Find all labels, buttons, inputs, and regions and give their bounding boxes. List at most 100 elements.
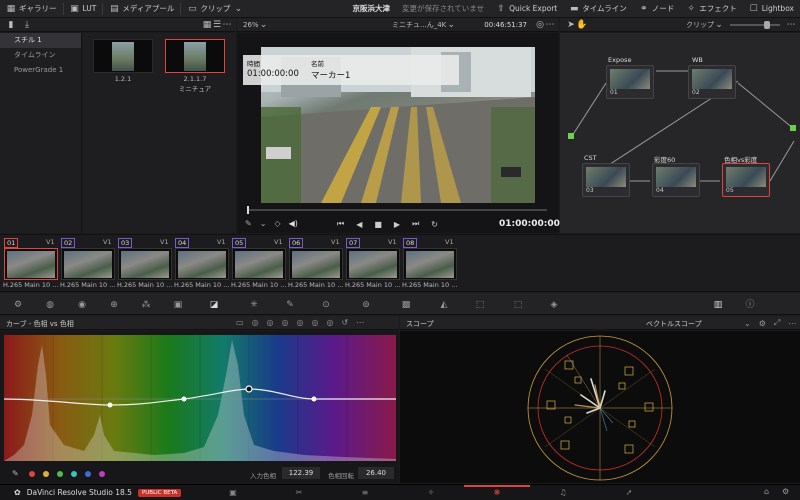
cyan-swatch[interactable] — [70, 470, 77, 477]
album-item[interactable]: PowerGrade 1 — [0, 63, 81, 78]
rgb-mixer-icon[interactable]: ⁂ — [140, 300, 152, 310]
skip-start-icon[interactable]: ⏮ — [337, 219, 344, 229]
key-icon[interactable]: ⬚ — [474, 300, 486, 310]
3d-icon[interactable]: ◈ — [548, 300, 560, 310]
color-warper-icon[interactable]: ✳ — [248, 300, 260, 310]
color-match-icon[interactable]: ◍ — [44, 300, 56, 310]
clip-thumbnail[interactable] — [61, 248, 115, 280]
clip-thumbnail[interactable] — [118, 248, 172, 280]
magic-mask-icon[interactable]: ▩ — [400, 300, 412, 310]
curve-point[interactable] — [311, 396, 317, 402]
play-icon[interactable]: ▶ — [394, 220, 400, 229]
import-icon[interactable]: ⤓ — [22, 20, 32, 30]
fairlight-page-icon[interactable]: ♫ — [530, 488, 596, 497]
pointer-icon[interactable]: ➤ — [566, 20, 576, 30]
node-04[interactable]: 04 — [652, 163, 700, 197]
curve-mode-icon[interactable]: ◎ — [297, 318, 304, 327]
chevron-down-icon[interactable]: ⌄ — [744, 319, 751, 328]
edit-page-icon[interactable]: ≡ — [332, 488, 398, 497]
green-swatch[interactable] — [56, 470, 63, 477]
layout-icon[interactable]: ▮ — [6, 20, 16, 30]
more-icon[interactable]: ⋯ — [222, 20, 232, 30]
eyedropper-icon[interactable]: ✎ — [12, 469, 19, 478]
scope-mode-select[interactable]: ベクトルスコープ — [646, 319, 702, 329]
curve-point[interactable] — [107, 402, 113, 408]
more-icon[interactable]: ⋯ — [545, 20, 555, 30]
clip-thumbnail[interactable] — [289, 248, 343, 280]
sizing-icon[interactable]: ⬚ — [512, 300, 524, 310]
node-03[interactable]: 03 — [582, 163, 630, 197]
timeline-tab[interactable]: ▬ タイムライン — [563, 0, 632, 18]
settings-icon[interactable]: ⚙ — [782, 487, 789, 496]
blue-swatch[interactable] — [84, 470, 91, 477]
cut-page-icon[interactable]: ✂ — [266, 488, 332, 497]
media-page-icon[interactable]: ▣ — [200, 488, 266, 497]
list-view-icon[interactable]: ☰ — [212, 20, 222, 30]
blur-icon[interactable]: ◭ — [438, 300, 450, 310]
input-hue-field[interactable]: 122.39 — [282, 467, 320, 479]
effects-tab[interactable]: ✧ エフェクト — [680, 0, 743, 18]
curves-icon[interactable]: ◪ — [208, 300, 220, 310]
more-icon[interactable]: ⋯ — [786, 20, 796, 30]
scrubber-track[interactable] — [247, 209, 547, 211]
scopes-icon[interactable]: ▥ — [712, 300, 724, 310]
stop-icon[interactable]: ■ — [374, 220, 382, 229]
lut-tab[interactable]: ▣ LUT — [64, 0, 103, 18]
home-icon[interactable]: ⌂ — [764, 487, 769, 496]
clip-thumbnail-selected[interactable] — [4, 248, 58, 280]
chevron-down-icon[interactable]: ⌄ — [446, 20, 456, 30]
curve-point-selected[interactable] — [245, 385, 253, 393]
more-icon[interactable]: ⋯ — [356, 318, 364, 327]
album-item[interactable]: タイムライン — [0, 48, 81, 63]
qualifier-icon[interactable]: ✎ — [284, 300, 296, 310]
tracker-icon[interactable]: ⊚ — [360, 300, 372, 310]
color-wheel-icon[interactable]: ◎ — [535, 20, 545, 30]
camera-raw-icon[interactable]: ⚙ — [12, 300, 24, 310]
hand-icon[interactable]: ✋ — [576, 20, 587, 30]
hue-vs-hue-curve[interactable] — [4, 335, 396, 461]
expand-icon[interactable]: ⤢ — [774, 318, 780, 328]
grid-view-icon[interactable]: ▦ — [202, 20, 212, 30]
color-wheels-icon[interactable]: ◉ — [76, 300, 88, 310]
node-05-selected[interactable]: 05 — [722, 163, 770, 197]
curve-mode-icon[interactable]: ◎ — [312, 318, 319, 327]
node-tab[interactable]: ⚭ ノード — [633, 0, 681, 18]
eyedropper-icon[interactable]: ✎ — [245, 219, 252, 228]
loop-icon[interactable]: ↻ — [431, 220, 438, 229]
layers-icon[interactable]: ◇ — [274, 219, 280, 228]
clip-thumbnail[interactable] — [175, 248, 229, 280]
lightbox-tab[interactable]: ☐ Lightbox — [743, 0, 800, 18]
fusion-page-icon[interactable]: ✧ — [398, 488, 464, 497]
clip-thumbnail[interactable] — [346, 248, 400, 280]
clip-thumbnail[interactable] — [403, 248, 457, 280]
motion-effects-icon[interactable]: ▣ — [172, 300, 184, 310]
red-swatch[interactable] — [28, 470, 35, 477]
clip-tab[interactable]: ▭ クリップ ⌄ — [181, 0, 249, 18]
gallery-tab[interactable]: ▦ ギャラリー — [0, 0, 63, 18]
album-item[interactable]: スチル 1 — [0, 33, 81, 48]
chevron-down-icon[interactable]: ⌄ — [260, 219, 267, 228]
magenta-swatch[interactable] — [98, 470, 105, 477]
hdr-icon[interactable]: ⊕ — [108, 300, 120, 310]
zoom-select[interactable]: 26% — [243, 21, 259, 29]
info-icon[interactable]: ⓘ — [744, 300, 756, 310]
deliver-page-icon[interactable]: ➚ — [596, 488, 662, 497]
reset-icon[interactable]: ↺ — [341, 318, 348, 327]
clip-thumbnail[interactable] — [232, 248, 286, 280]
quick-export-button[interactable]: ⇧ Quick Export — [490, 0, 563, 18]
color-page-icon[interactable]: ❋ — [464, 485, 530, 497]
curve-mode-icon[interactable]: ◎ — [326, 318, 333, 327]
settings-icon[interactable]: ⚙ — [759, 319, 766, 328]
curve-point[interactable] — [181, 396, 187, 402]
curve-mode-icon[interactable]: ◎ — [282, 318, 289, 327]
curve-mode-icon[interactable]: ▭ — [236, 318, 244, 327]
skip-end-icon[interactable]: ⏭ — [412, 219, 419, 229]
reverse-icon[interactable]: ◀ — [356, 220, 362, 229]
curve-mode-icon[interactable]: ◎ — [267, 318, 274, 327]
node-01[interactable]: 01 — [606, 65, 654, 99]
yellow-swatch[interactable] — [42, 470, 49, 477]
curve-mode-icon[interactable]: ◎ — [252, 318, 259, 327]
still-thumbnail-selected[interactable] — [165, 39, 225, 73]
playhead[interactable] — [247, 206, 249, 214]
window-icon[interactable]: ⊙ — [320, 300, 332, 310]
